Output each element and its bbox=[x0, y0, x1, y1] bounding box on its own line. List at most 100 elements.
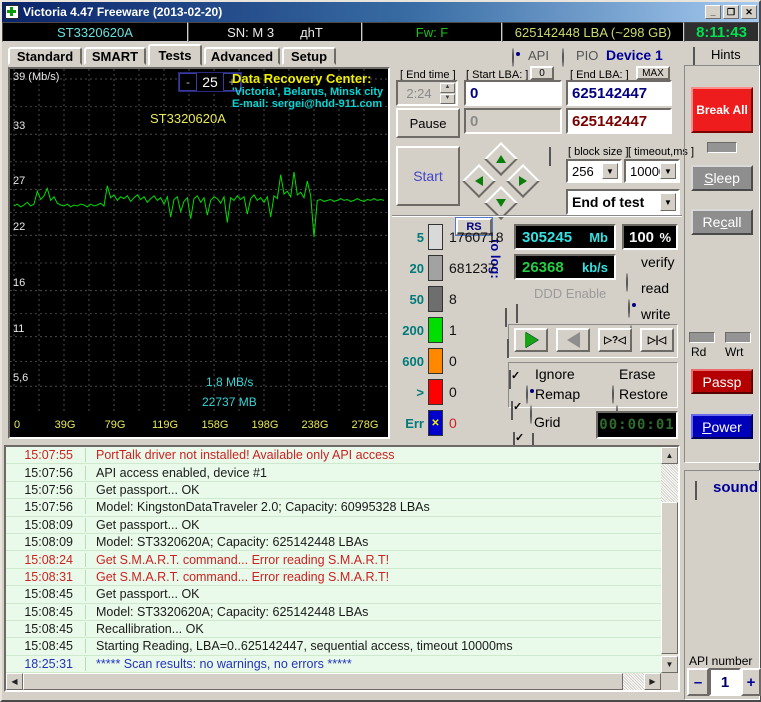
maximize-button[interactable]: ❐ bbox=[723, 5, 739, 19]
scroll-up-icon[interactable]: ▲ bbox=[661, 447, 678, 464]
scroll-down-icon[interactable]: ▼ bbox=[661, 656, 678, 673]
device-label[interactable]: Device 1 bbox=[606, 47, 663, 63]
start-button[interactable]: Start bbox=[396, 146, 460, 206]
erase-radio[interactable] bbox=[612, 385, 614, 404]
banner-line2: 'Victoria', Belarus, Minsk city bbox=[232, 86, 384, 98]
log-time: 15:08:45 bbox=[6, 622, 86, 637]
tab-advanced[interactable]: Advanced bbox=[204, 47, 280, 65]
mb-lcd: 305245 Mb bbox=[514, 224, 616, 250]
pause-button[interactable]: Pause bbox=[396, 108, 460, 138]
scroll-left-icon[interactable]: ◀ bbox=[6, 673, 23, 690]
divider bbox=[392, 215, 682, 217]
minimize-button[interactable]: _ bbox=[705, 5, 721, 19]
log-row[interactable]: 15:07:55 PortTalk driver not installed! A… bbox=[6, 447, 661, 465]
api-minus-button[interactable]: – bbox=[687, 668, 709, 696]
tab-standard[interactable]: Standard bbox=[8, 47, 82, 65]
verify-radio[interactable] bbox=[626, 273, 628, 292]
rewind-button[interactable] bbox=[556, 328, 590, 352]
scrollbar-track[interactable] bbox=[623, 673, 644, 690]
ignore-radio[interactable] bbox=[526, 385, 528, 404]
log-time: 15:07:55 bbox=[6, 448, 86, 463]
seek-error-button[interactable]: ▷?◁ bbox=[598, 328, 632, 352]
log-time: 15:08:24 bbox=[6, 552, 86, 567]
sleep-button[interactable]: Sleep bbox=[691, 165, 753, 191]
legend-threshold-label: 20 bbox=[409, 260, 424, 276]
jog-right-button[interactable] bbox=[506, 164, 540, 198]
log-time: 15:08:45 bbox=[6, 604, 86, 619]
tab-tests[interactable]: Tests bbox=[148, 44, 202, 66]
speed-lcd: 26368 kb/s bbox=[514, 254, 616, 280]
x-tick-label: 238G bbox=[301, 419, 329, 431]
read-radio[interactable] bbox=[628, 299, 630, 318]
log-row[interactable]: 15:07:56 Model: KingstonDataTraveler 2.0;… bbox=[6, 499, 661, 517]
log-horizontal-scrollbar[interactable]: ◀ ▶ bbox=[6, 673, 661, 690]
right-panel: Hints Break All Sleep Re c all Rd Wrt Pass… bbox=[683, 42, 761, 702]
play-button[interactable] bbox=[514, 328, 548, 352]
sound-checkbox[interactable] bbox=[695, 481, 697, 500]
scrollbar-thumb[interactable] bbox=[23, 673, 623, 690]
jog-checkbox[interactable] bbox=[549, 147, 551, 166]
scroll-right-icon[interactable]: ▶ bbox=[644, 673, 661, 690]
log-row[interactable]: 15:08:09 Model: ST3320620A; Capacity: 625… bbox=[6, 534, 661, 552]
spin-up-icon[interactable]: ▲ bbox=[440, 82, 455, 93]
tab-smart[interactable]: SMART bbox=[84, 47, 146, 65]
chevron-down-icon[interactable]: ▼ bbox=[602, 163, 618, 179]
max-button[interactable]: MAX bbox=[636, 66, 670, 80]
log-row[interactable]: 15:08:45 Starting Reading, LBA=0..6251424… bbox=[6, 638, 661, 656]
api-plus-button[interactable]: + bbox=[741, 668, 761, 696]
end-action-select[interactable]: End of test ▼ bbox=[566, 189, 680, 215]
window-title: Victoria 4.47 Freeware (2013-02-20) bbox=[23, 5, 223, 19]
log-row[interactable]: 15:08:09 Get passport... OK bbox=[6, 517, 661, 534]
title-bar[interactable]: Victoria 4.47 Freeware (2013-02-20) _ ❐ … bbox=[2, 2, 759, 22]
log-row[interactable]: 18:25:31 ***** Scan results: no warnings,… bbox=[6, 656, 661, 673]
timeout-select[interactable]: 10000 ▼ bbox=[624, 159, 680, 183]
ddd-enable-checkbox[interactable] bbox=[516, 304, 518, 323]
legend-to-log-checkbox[interactable] bbox=[511, 401, 513, 420]
api-number-field[interactable]: 1 bbox=[709, 668, 741, 696]
power-label: ower bbox=[711, 418, 742, 435]
log-row[interactable]: 15:08:45 Recallibration... OK bbox=[6, 621, 661, 639]
end-time-spinner[interactable]: 2:24 ▲ ▼ bbox=[396, 80, 458, 106]
legend-color-block bbox=[428, 255, 443, 281]
scrollbar-track[interactable] bbox=[661, 464, 678, 502]
end-time-spin-buttons[interactable]: ▲ ▼ bbox=[440, 82, 455, 104]
break-all-button[interactable]: Break All bbox=[691, 87, 753, 133]
legend-row: 200 1 bbox=[392, 316, 504, 344]
seek-end-button[interactable]: ▷|◁ bbox=[640, 328, 674, 352]
log-time: 15:08:45 bbox=[6, 587, 86, 602]
legend-color-block bbox=[428, 224, 443, 250]
chevron-down-icon[interactable]: ▼ bbox=[660, 163, 676, 179]
scale-minus-button[interactable]: - bbox=[179, 73, 197, 91]
zero-button[interactable]: 0 bbox=[530, 66, 554, 80]
recall-label-pre: Re bbox=[702, 214, 721, 230]
legend-count: 681237 bbox=[449, 260, 496, 276]
block-size-select[interactable]: 256 ▼ bbox=[566, 159, 622, 183]
log-vertical-scrollbar[interactable]: ▲ ▼ bbox=[661, 447, 678, 673]
recall-button[interactable]: Re c all bbox=[691, 209, 753, 235]
start-lba-input[interactable]: 0 bbox=[464, 80, 562, 106]
log-row[interactable]: 15:08:45 Model: ST3320620A; Capacity: 625… bbox=[6, 604, 661, 621]
log-row[interactable]: 15:07:56 Get passport... OK bbox=[6, 482, 661, 500]
chevron-down-icon[interactable]: ▼ bbox=[660, 193, 676, 211]
log-row[interactable]: 15:07:56 API access enabled, device #1 bbox=[6, 464, 661, 482]
grid-label: Grid bbox=[534, 414, 561, 430]
x-tick-label: 119G bbox=[151, 419, 179, 431]
y-tick-label: 33 bbox=[13, 120, 26, 133]
scrollbar-thumb[interactable] bbox=[661, 502, 678, 654]
close-button[interactable]: ✕ bbox=[741, 5, 757, 19]
erase-label: Erase bbox=[619, 366, 656, 382]
hints-checkbox[interactable] bbox=[693, 47, 695, 66]
remap-radio[interactable] bbox=[530, 405, 532, 424]
spin-down-icon[interactable]: ▼ bbox=[440, 93, 455, 104]
tab-setup[interactable]: Setup bbox=[282, 47, 336, 65]
power-button[interactable]: Power bbox=[691, 414, 753, 439]
log-row[interactable]: 15:08:45 Get passport... OK bbox=[6, 586, 661, 604]
log-row[interactable]: 15:08:31 Get S.M.A.R.T. command... Error … bbox=[6, 569, 661, 587]
passp-button[interactable]: Passp bbox=[691, 369, 753, 394]
legend-to-log-checkbox[interactable] bbox=[507, 339, 509, 358]
end-lba-input[interactable]: 625142447 bbox=[566, 80, 672, 106]
legend-to-log-checkbox[interactable] bbox=[509, 370, 511, 389]
legend-to-log-checkbox[interactable] bbox=[505, 308, 507, 327]
log-row[interactable]: 15:08:24 Get S.M.A.R.T. command... Error … bbox=[6, 551, 661, 569]
timer-lcd: 00:00:01 bbox=[596, 411, 678, 439]
